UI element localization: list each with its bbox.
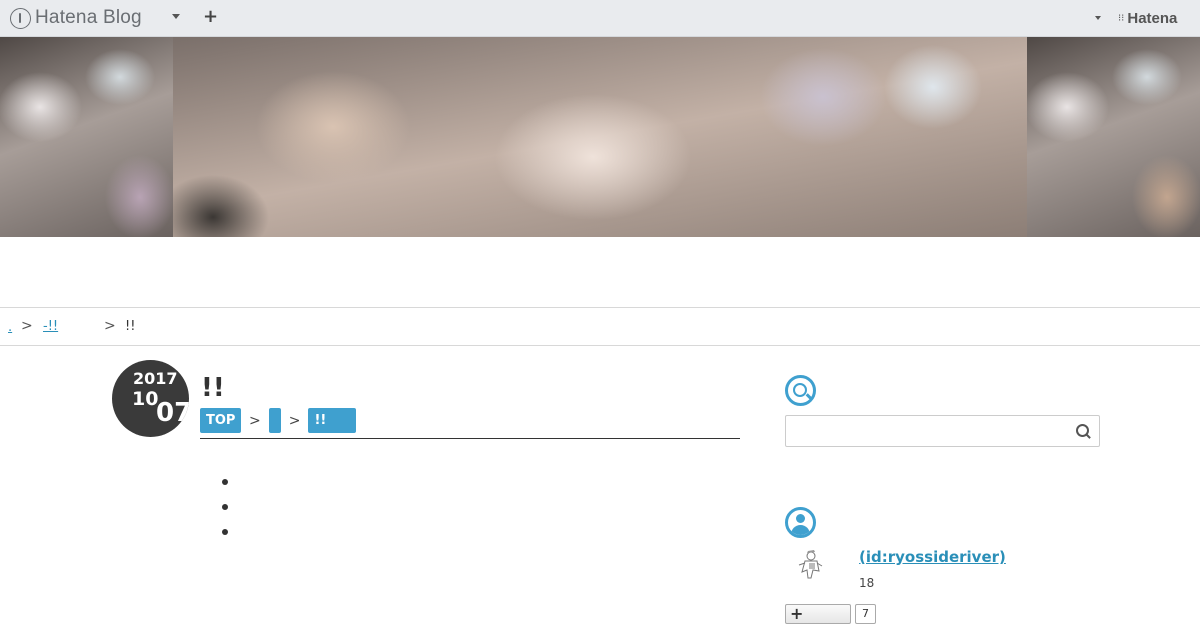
avatar[interactable]: [793, 547, 828, 582]
profile-module-icon: [785, 507, 816, 538]
date-year: 2017: [133, 369, 178, 388]
breadcrumb-separator: >: [21, 318, 33, 334]
category-tag[interactable]: [268, 408, 281, 433]
category-tag-top[interactable]: TOP: [200, 408, 241, 433]
follow-button[interactable]: +: [785, 604, 851, 624]
breadcrumb-category-link[interactable]: -!!: [43, 319, 96, 334]
profile-name-link[interactable]: (id:ryossideriver): [859, 548, 1006, 566]
blog-header-image[interactable]: [0, 37, 1200, 237]
title-divider: [200, 438, 740, 439]
top-bar: Hatena Blog + ⁝⁝ Hatena: [0, 0, 1200, 37]
date-day: 07: [156, 398, 189, 428]
header-image-tile: [173, 37, 1027, 237]
hatena-label: Hatena: [1127, 10, 1178, 27]
entry-title[interactable]: !!: [201, 373, 225, 403]
search-module-icon: [785, 375, 816, 406]
plus-icon[interactable]: +: [203, 6, 218, 27]
header-image-tile: [1027, 37, 1200, 237]
breadcrumb-current: !!: [125, 319, 136, 334]
profile-age: 18: [859, 576, 875, 590]
hatena-mark-icon: ⁝⁝: [1118, 13, 1125, 24]
entry-date-badge[interactable]: 2017 10 07: [112, 360, 189, 437]
breadcrumb: . > -!! > !!: [0, 307, 1200, 346]
category-separator: >: [288, 412, 301, 429]
follower-count[interactable]: 7: [855, 604, 876, 624]
hatena-blog-logo[interactable]: Hatena Blog: [10, 7, 142, 29]
header-image-tile: [0, 37, 173, 237]
search-form: [785, 415, 1100, 447]
category-separator: >: [249, 412, 261, 429]
category-tag[interactable]: !!: [308, 408, 357, 433]
chevron-down-icon[interactable]: [172, 14, 180, 19]
entry-categories: TOP > > !!: [200, 408, 357, 433]
search-icon[interactable]: [1075, 423, 1091, 439]
search-input[interactable]: [786, 416, 1066, 446]
plus-icon: +: [790, 604, 804, 623]
date-month: 10: [132, 388, 159, 410]
logo-text: Hatena Blog: [35, 7, 142, 28]
breadcrumb-home-link[interactable]: .: [8, 320, 12, 335]
breadcrumb-separator: >: [104, 318, 116, 334]
hatena-logo-icon: [10, 7, 31, 29]
account-menu-chevron-icon[interactable]: [1095, 16, 1101, 20]
hatena-menu[interactable]: ⁝⁝ Hatena: [1118, 10, 1177, 27]
